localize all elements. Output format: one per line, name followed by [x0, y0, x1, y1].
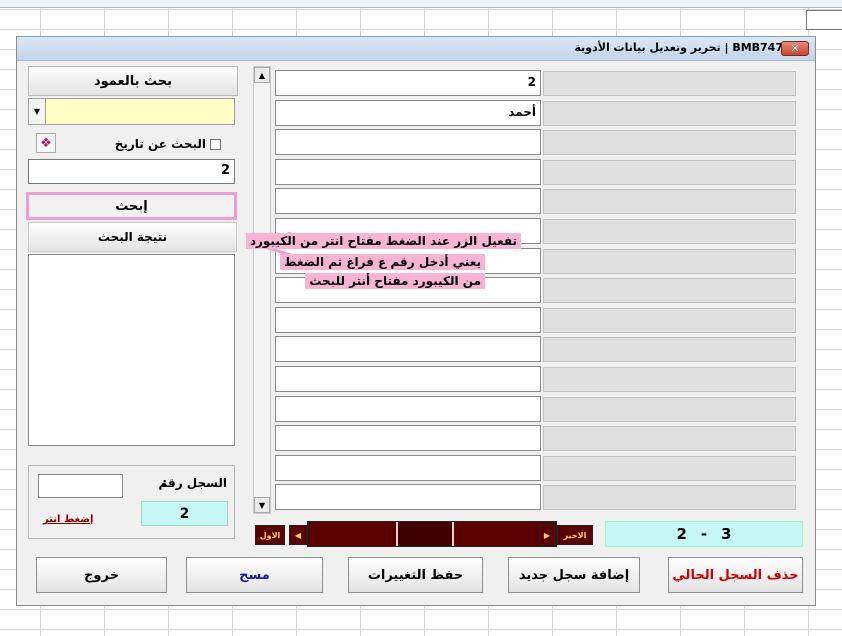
form-field-label	[543, 248, 796, 274]
window-title: BMB747 | تحرير وتعديل بيانات الأدوية	[574, 41, 783, 54]
exit-button[interactable]: خروج	[36, 557, 167, 593]
form-field[interactable]	[275, 158, 541, 185]
search-result-header: نتيجة البحث	[28, 222, 237, 252]
form-field-label	[543, 100, 796, 126]
annotation-line-1: تفعيل الزر عند الضغط مفتاح انتر من الكيب…	[245, 233, 521, 249]
form-field-label	[543, 278, 796, 304]
record-number-input[interactable]	[38, 474, 123, 498]
form-field-label	[543, 71, 796, 96]
column-combo[interactable]: ▼	[28, 98, 235, 125]
form-field-label	[543, 159, 796, 185]
form-field-label	[543, 337, 796, 363]
arrow-up-icon[interactable]: ▲	[254, 67, 270, 83]
search-button[interactable]: إبحث	[26, 192, 237, 220]
search-by-column-button[interactable]: بحث بالعمود	[28, 66, 238, 96]
form-field[interactable]	[275, 366, 541, 392]
search-result-list[interactable]	[28, 254, 235, 446]
record-label: السجل رقم	[158, 476, 227, 490]
search-input[interactable]: 2	[28, 159, 235, 184]
arrow-left-icon[interactable]: ◀	[289, 525, 307, 545]
form-field-label	[543, 426, 796, 452]
last-record-button[interactable]: الاخير	[557, 525, 593, 545]
form-field[interactable]	[275, 395, 541, 422]
form-field[interactable]: أحمد	[275, 99, 541, 126]
form-field-label	[543, 189, 796, 215]
record-number-box: : السجل رقم إضغط انتر 2	[28, 465, 235, 539]
form-field-label	[543, 367, 796, 392]
add-record-button[interactable]: إضافة سجل جديد	[508, 557, 640, 593]
form-scrollbar[interactable]: ▲ ▼	[253, 66, 271, 514]
record-navigator-track[interactable]	[307, 521, 557, 547]
close-icon[interactable]: ✕	[781, 41, 809, 56]
delete-record-button[interactable]: حذف السجل الحالي	[668, 557, 803, 593]
form-field[interactable]	[275, 306, 541, 333]
date-search-label: البحث عن تاريخ	[114, 137, 206, 151]
form-field[interactable]	[275, 425, 541, 452]
form-field-label	[543, 485, 796, 511]
edit-medicines-dialog: BMB747 | تحرير وتعديل بيانات الأدوية ✕ ب…	[16, 36, 816, 606]
arrow-down-icon[interactable]: ▼	[254, 497, 270, 513]
title-bar: BMB747 | تحرير وتعديل بيانات الأدوية ✕	[17, 37, 815, 61]
record-navigator-thumb[interactable]	[396, 522, 454, 546]
spreadsheet-column-header	[0, 0, 842, 8]
chevron-down-icon[interactable]: ▼	[29, 99, 46, 124]
form-field[interactable]: 2	[275, 70, 541, 96]
form-field-label	[543, 396, 796, 422]
first-record-button[interactable]: الاول	[255, 525, 285, 545]
form-field[interactable]	[275, 129, 541, 156]
annotation-line-2: يعني أدخل رقم ع فراغ ثم الضغط	[279, 254, 485, 270]
form-field[interactable]	[275, 454, 541, 481]
record-position-total: 3	[721, 525, 732, 543]
form-field[interactable]	[275, 188, 541, 215]
record-position-separator: -	[700, 525, 708, 543]
save-changes-button[interactable]: حفظ التغييرات	[348, 557, 483, 593]
form-field[interactable]	[275, 336, 541, 363]
annotation-note: تفعيل الزر عند الضغط مفتاح انتر من الكيب…	[245, 233, 521, 297]
current-record-number: 2	[141, 501, 228, 526]
form-field-label	[543, 130, 796, 156]
form-field[interactable]	[275, 484, 541, 511]
record-position-current: 2	[676, 525, 687, 543]
clear-button[interactable]: مسح	[186, 557, 323, 593]
record-position: 2 - 3	[605, 521, 803, 547]
form-field-label	[543, 219, 796, 244]
form-field-label	[543, 455, 796, 481]
date-search-toggle[interactable]: البحث عن تاريخ	[115, 137, 221, 151]
spreadsheet-cell-selection	[806, 10, 842, 30]
form-field-label	[543, 307, 796, 333]
book-icon[interactable]: ❖	[36, 133, 56, 153]
annotation-line-3: من الكيبورد مفتاح أنتر للبحث	[305, 273, 485, 289]
date-search-checkbox[interactable]	[210, 138, 221, 150]
press-enter-link[interactable]: إضغط انتر	[43, 514, 93, 525]
arrow-right-icon[interactable]: ▶	[539, 525, 555, 545]
